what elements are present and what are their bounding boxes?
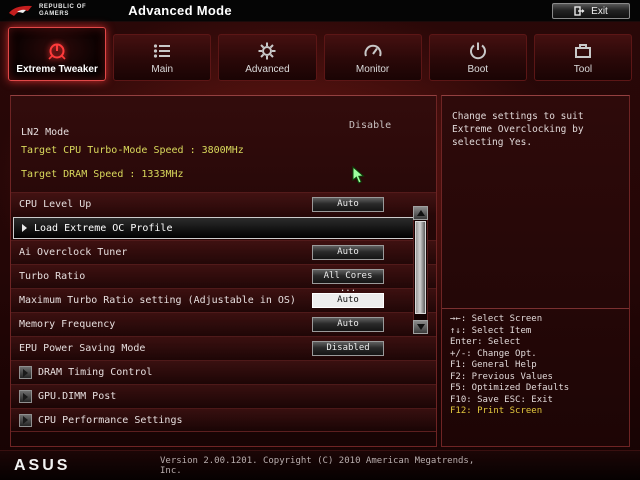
exit-icon [574, 6, 585, 16]
hotkey-select-item: ↑↓: Select Item [450, 325, 532, 336]
row-label: CPU Performance Settings [38, 414, 183, 426]
row-label: CPU Level Up [19, 199, 92, 210]
turbo-ratio-value-button[interactable]: All Cores ... [312, 269, 384, 294]
hotkey-f1-help: F1: General Help [450, 360, 537, 370]
triangle-up-icon [416, 210, 425, 216]
tab-tool[interactable]: Tool [533, 34, 633, 81]
tab-extreme-tweaker[interactable]: Extreme Tweaker [8, 27, 107, 81]
hotkey-f2-previous: F2: Previous Values [450, 371, 553, 382]
asus-logo: ASUS [14, 456, 71, 474]
setting-row-ln2-mode[interactable]: LN2 Mode Disable [21, 120, 422, 138]
hotkey-change-opt: +/-: Change Opt. [450, 348, 537, 359]
setting-row-max-turbo-ratio[interactable]: Maximum Turbo Ratio setting (Adjustable … [11, 288, 436, 312]
tool-box-icon [572, 40, 594, 62]
tab-label: Extreme Tweaker [16, 64, 98, 75]
setting-row-epu-power-saving[interactable]: EPU Power Saving Mode Disabled [11, 336, 436, 360]
tab-monitor[interactable]: Monitor [323, 34, 422, 81]
top-bar: REPUBLIC OF GAMERS Advanced Mode Exit [0, 0, 640, 22]
exit-button[interactable]: Exit [552, 3, 630, 19]
row-label: DRAM Timing Control [38, 367, 153, 378]
tab-label: Advanced [245, 64, 290, 75]
exit-label: Exit [591, 5, 608, 17]
row-label: LN2 Mode [21, 127, 70, 138]
boot-power-icon [467, 40, 489, 62]
scrollbar-track[interactable] [413, 220, 428, 320]
hotkey-f10-save-esc-exit: F10: Save ESC: Exit [450, 394, 553, 405]
hotkey-f5-defaults: F5: Optimized Defaults [450, 383, 570, 393]
setting-row-turbo-ratio[interactable]: Turbo Ratio All Cores ... [11, 264, 436, 294]
brand-line-1: REPUBLIC OF [39, 3, 87, 10]
footer-bar: ASUS Version 2.00.1201. Copyright (C) 20… [0, 450, 640, 480]
row-label: Maximum Turbo Ratio setting (Adjustable … [19, 295, 296, 306]
row-label: Load Extreme OC Profile [34, 222, 173, 234]
tab-label: Monitor [355, 64, 390, 75]
page-title: Advanced Mode [128, 3, 232, 18]
main-icon [151, 40, 173, 62]
row-label: Memory Frequency [19, 319, 116, 330]
chevron-right-icon [22, 224, 27, 232]
hotkey-enter-select: Enter: Select [450, 337, 521, 347]
submenu-load-extreme-oc-profile[interactable]: Load Extreme OC Profile [13, 217, 414, 239]
advanced-gear-icon [256, 40, 278, 62]
max-turbo-ratio-value-button[interactable]: Auto [312, 293, 384, 308]
triangle-down-icon [416, 324, 425, 330]
row-label: GPU.DIMM Post [38, 391, 117, 402]
scroll-up-button[interactable] [413, 206, 428, 220]
submenu-arrow-icon [19, 390, 32, 403]
help-text: Change settings to suit Extreme Overcloc… [452, 111, 584, 148]
hotkey-legend: →←: Select Screen ↑↓: Select Item Enter:… [442, 308, 629, 423]
tab-boot[interactable]: Boot [428, 34, 527, 81]
rog-logo-icon [9, 5, 32, 16]
row-label: Ai Overclock Tuner [19, 247, 128, 258]
extreme-tweaker-icon [46, 40, 68, 62]
setting-row-memory-frequency[interactable]: Memory Frequency Auto [11, 312, 436, 336]
submenu-dram-timing-control[interactable]: DRAM Timing Control [11, 360, 436, 384]
hotkey-select-screen: →←: Select Screen [450, 314, 543, 324]
tab-advanced[interactable]: Advanced [218, 34, 317, 81]
hotkey-f12-print-screen: F12: Print Screen [450, 406, 543, 416]
row-label: EPU Power Saving Mode [19, 343, 146, 354]
mouse-cursor [352, 166, 365, 184]
brand-line-2: GAMERS [39, 10, 69, 17]
target-dram-speed-info: Target DRAM Speed : 1333MHz [21, 169, 184, 180]
epu-power-saving-value-button[interactable]: Disabled [312, 341, 384, 356]
version-text: Version 2.00.1201. Copyright (C) 2010 Am… [160, 455, 475, 476]
cpu-level-up-value-button[interactable]: Auto [312, 197, 384, 212]
scrollbar[interactable] [413, 206, 428, 334]
bios-advanced-mode-screen: REPUBLIC OF GAMERS Advanced Mode Exit Ex… [0, 0, 640, 480]
memory-frequency-value-button[interactable]: Auto [312, 317, 384, 332]
scroll-down-button[interactable] [413, 320, 428, 334]
brand-text: REPUBLIC OF GAMERS [39, 4, 86, 18]
tab-main[interactable]: Main [113, 34, 212, 81]
scrollbar-thumb[interactable] [415, 221, 426, 314]
tab-label: Boot [467, 64, 489, 75]
submenu-arrow-icon [19, 366, 32, 379]
help-panel: Change settings to suit Extreme Overcloc… [441, 95, 630, 447]
ln2-mode-value: Disable [349, 120, 392, 131]
submenu-gpu-dimm-post[interactable]: GPU.DIMM Post [11, 384, 436, 408]
tab-label: Main [151, 64, 174, 75]
row-label: Turbo Ratio [19, 271, 86, 282]
tab-label: Tool [573, 64, 593, 75]
settings-panel: LN2 Mode Disable Target CPU Turbo-Mode S… [10, 95, 437, 447]
submenu-arrow-icon [19, 413, 32, 427]
monitor-gauge-icon [362, 40, 384, 62]
settings-rows: CPU Level Up Auto Load Extreme OC Profil… [11, 192, 436, 432]
submenu-cpu-performance-settings[interactable]: CPU Performance Settings [11, 408, 436, 432]
setting-row-cpu-level-up[interactable]: CPU Level Up Auto [11, 192, 436, 216]
ai-overclock-tuner-value-button[interactable]: Auto [312, 245, 384, 260]
target-cpu-speed-info: Target CPU Turbo-Mode Speed : 3800MHz [21, 145, 244, 156]
setting-row-ai-overclock-tuner[interactable]: Ai Overclock Tuner Auto [11, 240, 436, 264]
tab-bar: Extreme Tweaker Main Advanced Monitor Bo… [8, 27, 633, 81]
